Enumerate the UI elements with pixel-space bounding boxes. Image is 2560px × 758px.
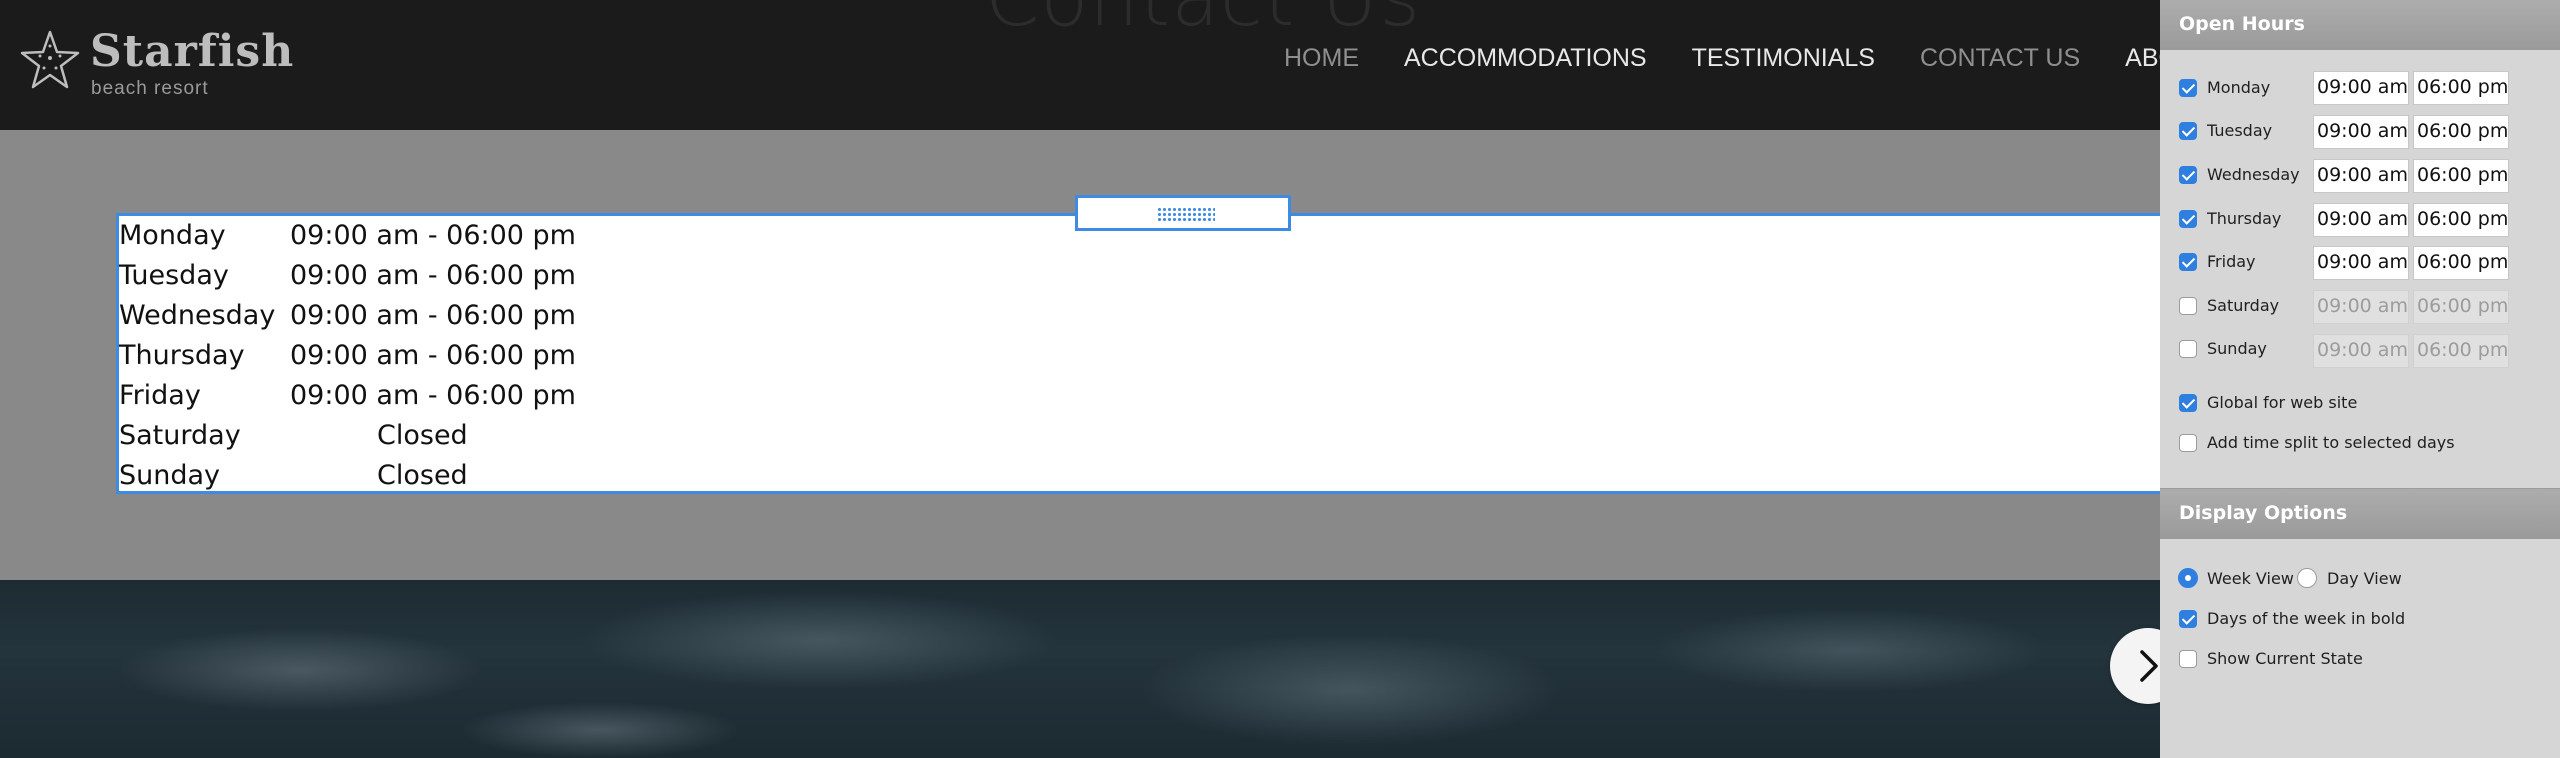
week-view-radio[interactable] xyxy=(2178,568,2198,588)
wednesday-label: Wednesday xyxy=(2207,165,2300,184)
day-view-label: Day View xyxy=(2327,569,2402,588)
show-current-state-checkbox[interactable] xyxy=(2179,650,2197,668)
tuesday-checkbox[interactable] xyxy=(2179,122,2197,140)
monday-checkbox[interactable] xyxy=(2179,79,2197,97)
saturday-label: Saturday xyxy=(2207,296,2280,315)
day-hours: 09:00 am - 06:00 pm xyxy=(290,380,576,411)
wednesday-open-time[interactable]: 09:00 am xyxy=(2313,159,2409,193)
saturday-checkbox[interactable] xyxy=(2179,297,2197,315)
friday-close-time[interactable]: 06:00 pm xyxy=(2413,246,2509,280)
day-hours: Closed xyxy=(377,420,468,451)
day-hours: Closed xyxy=(377,460,468,491)
settings-panel: Open Hours Monday 09:00 am 06:00 pm Tues… xyxy=(2160,0,2560,758)
wednesday-checkbox[interactable] xyxy=(2179,166,2197,184)
sunday-label: Sunday xyxy=(2207,339,2267,358)
logo-name: Starfish xyxy=(90,26,295,77)
saturday-close-time[interactable]: 06:00 pm xyxy=(2413,290,2509,324)
friday-label: Friday xyxy=(2207,252,2256,271)
friday-open-time[interactable]: 09:00 am xyxy=(2313,246,2409,280)
time-split-label: Add time split to selected days xyxy=(2207,433,2455,452)
drag-grip-icon xyxy=(1157,207,1215,221)
starfish-icon xyxy=(20,30,80,89)
saturday-open-time[interactable]: 09:00 am xyxy=(2313,290,2409,324)
wednesday-close-time[interactable]: 06:00 pm xyxy=(2413,159,2509,193)
background-page-heading: Contact Us xyxy=(985,0,1421,44)
day-name: Wednesday xyxy=(119,300,276,331)
sunday-checkbox[interactable] xyxy=(2179,340,2197,358)
tuesday-close-time[interactable]: 06:00 pm xyxy=(2413,115,2509,149)
monday-close-time[interactable]: 06:00 pm xyxy=(2413,71,2509,105)
day-name: Friday xyxy=(119,380,201,411)
day-name: Sunday xyxy=(119,460,221,491)
global-website-label: Global for web site xyxy=(2207,393,2358,412)
monday-open-time[interactable]: 09:00 am xyxy=(2313,71,2409,105)
time-split-checkbox[interactable] xyxy=(2179,434,2197,452)
tuesday-open-time[interactable]: 09:00 am xyxy=(2313,115,2409,149)
day-hours: 09:00 am - 06:00 pm xyxy=(290,300,576,331)
day-name: Thursday xyxy=(119,340,245,371)
sunday-close-time[interactable]: 06:00 pm xyxy=(2413,334,2509,368)
global-website-checkbox[interactable] xyxy=(2179,394,2197,412)
nav-about-us[interactable]: ABOUT US xyxy=(2125,44,2160,73)
tuesday-label: Tuesday xyxy=(2207,121,2273,140)
open-hours-widget[interactable]: Monday 09:00 am - 06:00 pm Tuesday 09:00… xyxy=(116,213,2160,494)
thursday-checkbox[interactable] xyxy=(2179,210,2197,228)
widget-drag-handle[interactable] xyxy=(1075,195,1291,231)
logo-tagline: beach resort xyxy=(91,78,209,99)
bold-days-checkbox[interactable] xyxy=(2179,610,2197,628)
day-hours: 09:00 am - 06:00 pm xyxy=(290,260,576,291)
nav-accommodations[interactable]: ACCOMMODATIONS xyxy=(1404,44,1647,73)
ocean-background-image xyxy=(0,580,2160,758)
day-name: Saturday xyxy=(119,420,241,451)
friday-checkbox[interactable] xyxy=(2179,253,2197,271)
monday-label: Monday xyxy=(2207,78,2271,97)
main-nav: HOME ACCOMMODATIONS TESTIMONIALS CONTACT… xyxy=(1284,44,2160,73)
week-view-label: Week View xyxy=(2207,569,2294,588)
day-name: Tuesday xyxy=(119,260,229,291)
open-hours-header: Open Hours xyxy=(2160,0,2560,50)
nav-home[interactable]: HOME xyxy=(1284,44,1359,73)
display-options-header: Display Options xyxy=(2160,489,2560,539)
nav-contact-us[interactable]: CONTACT US xyxy=(1920,44,2080,73)
site-header: Contact Us Starfish beach resort HOME AC… xyxy=(0,0,2160,130)
show-current-state-label: Show Current State xyxy=(2207,649,2363,668)
bold-days-label: Days of the week in bold xyxy=(2207,609,2406,628)
nav-testimonials[interactable]: TESTIMONIALS xyxy=(1692,44,1875,73)
sunday-open-time[interactable]: 09:00 am xyxy=(2313,334,2409,368)
thursday-close-time[interactable]: 06:00 pm xyxy=(2413,203,2509,237)
site-logo[interactable]: Starfish beach resort xyxy=(18,26,293,106)
thursday-open-time[interactable]: 09:00 am xyxy=(2313,203,2409,237)
day-hours: 09:00 am - 06:00 pm xyxy=(290,220,576,251)
day-view-radio[interactable] xyxy=(2297,568,2317,588)
day-name: Monday xyxy=(119,220,226,251)
thursday-label: Thursday xyxy=(2207,209,2282,228)
day-hours: 09:00 am - 06:00 pm xyxy=(290,340,576,371)
